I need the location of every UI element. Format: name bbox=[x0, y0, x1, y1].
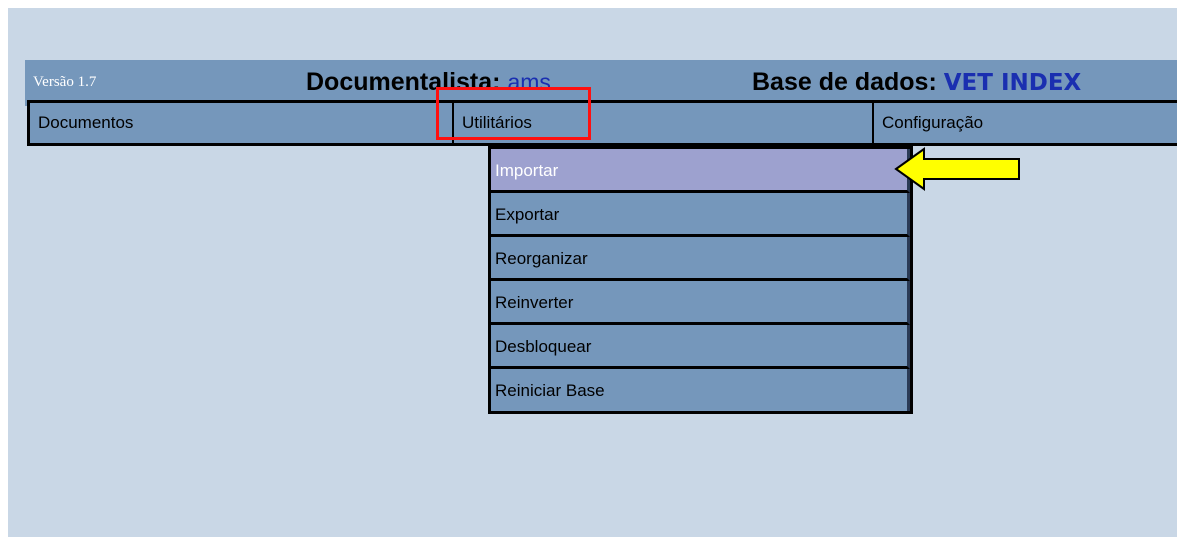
menu-bar: Documentos Utilitários Configuração bbox=[27, 100, 1177, 146]
menu-item-reinverter[interactable]: Reinverter bbox=[491, 281, 910, 325]
menu-item-exportar[interactable]: Exportar bbox=[491, 193, 910, 237]
menu-configuracao[interactable]: Configuração bbox=[872, 103, 1177, 143]
app-canvas: Versão 1.7 Documentalista: ams Base de d… bbox=[8, 8, 1177, 537]
menu-item-reiniciar-base[interactable]: Reiniciar Base bbox=[491, 369, 910, 411]
database-info: Base de dados: VET INDEX bbox=[752, 68, 1081, 97]
annotation-highlight-box bbox=[436, 87, 591, 140]
menu-item-importar[interactable]: Importar bbox=[491, 149, 910, 193]
utilitarios-dropdown: Importar Exportar Reorganizar Reinverter… bbox=[488, 146, 913, 414]
menu-documentos[interactable]: Documentos bbox=[30, 103, 452, 143]
menu-item-reorganizar[interactable]: Reorganizar bbox=[491, 237, 910, 281]
version-label: Versão 1.7 bbox=[33, 74, 97, 90]
menu-item-desbloquear[interactable]: Desbloquear bbox=[491, 325, 910, 369]
yellow-arrow-icon bbox=[894, 147, 1020, 191]
database-name: VET INDEX bbox=[943, 70, 1082, 96]
database-label: Base de dados: bbox=[752, 68, 937, 96]
